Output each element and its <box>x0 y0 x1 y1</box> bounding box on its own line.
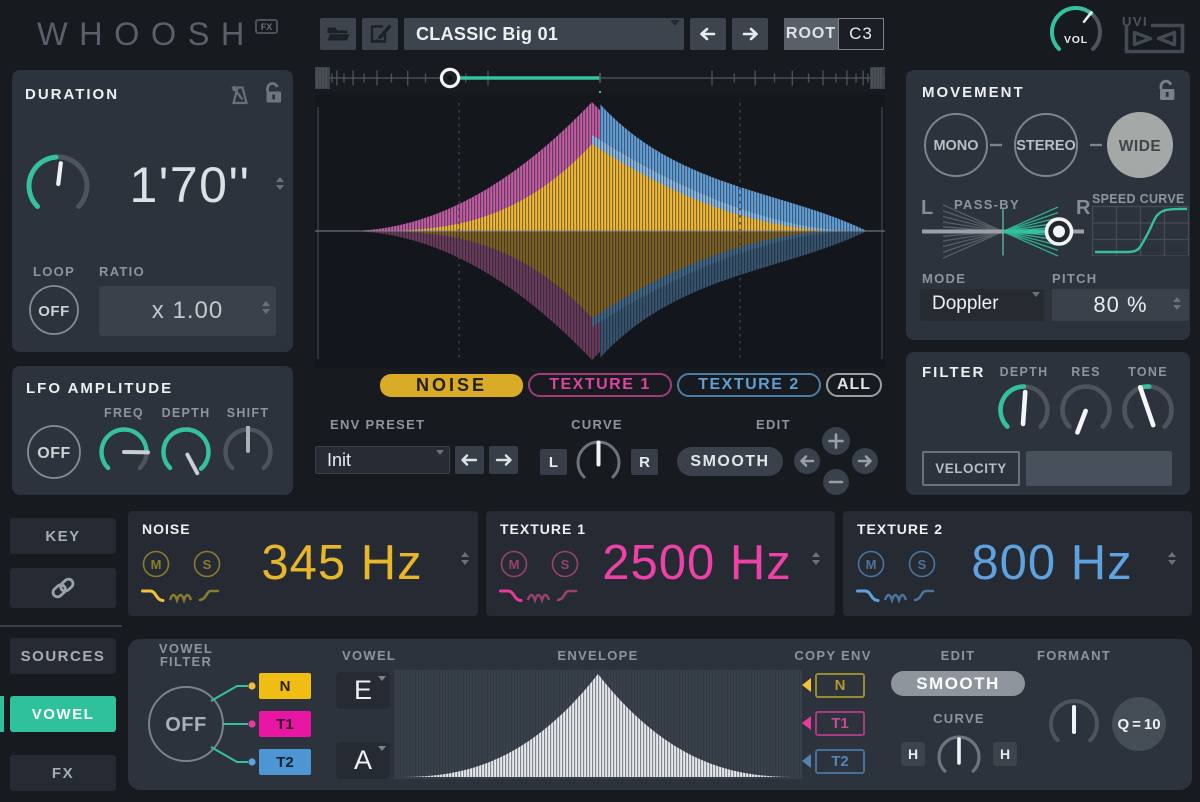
svg-text:R: R <box>1076 197 1091 219</box>
svg-text:VOL: VOL <box>1064 34 1088 46</box>
svg-text:OFF: OFF <box>38 303 70 320</box>
svg-text:M: M <box>151 557 162 572</box>
svg-text:S: S <box>561 557 570 572</box>
svg-text:S: S <box>918 557 927 572</box>
svg-text:STEREO: STEREO <box>1016 138 1076 154</box>
svg-text:MONO: MONO <box>933 138 978 154</box>
svg-text:OFF: OFF <box>37 445 71 462</box>
svg-text:M: M <box>509 557 520 572</box>
svg-text:L: L <box>921 197 933 219</box>
svg-text:M: M <box>866 557 877 572</box>
svg-text:S: S <box>203 557 212 572</box>
svg-text:WIDE: WIDE <box>1119 138 1161 155</box>
